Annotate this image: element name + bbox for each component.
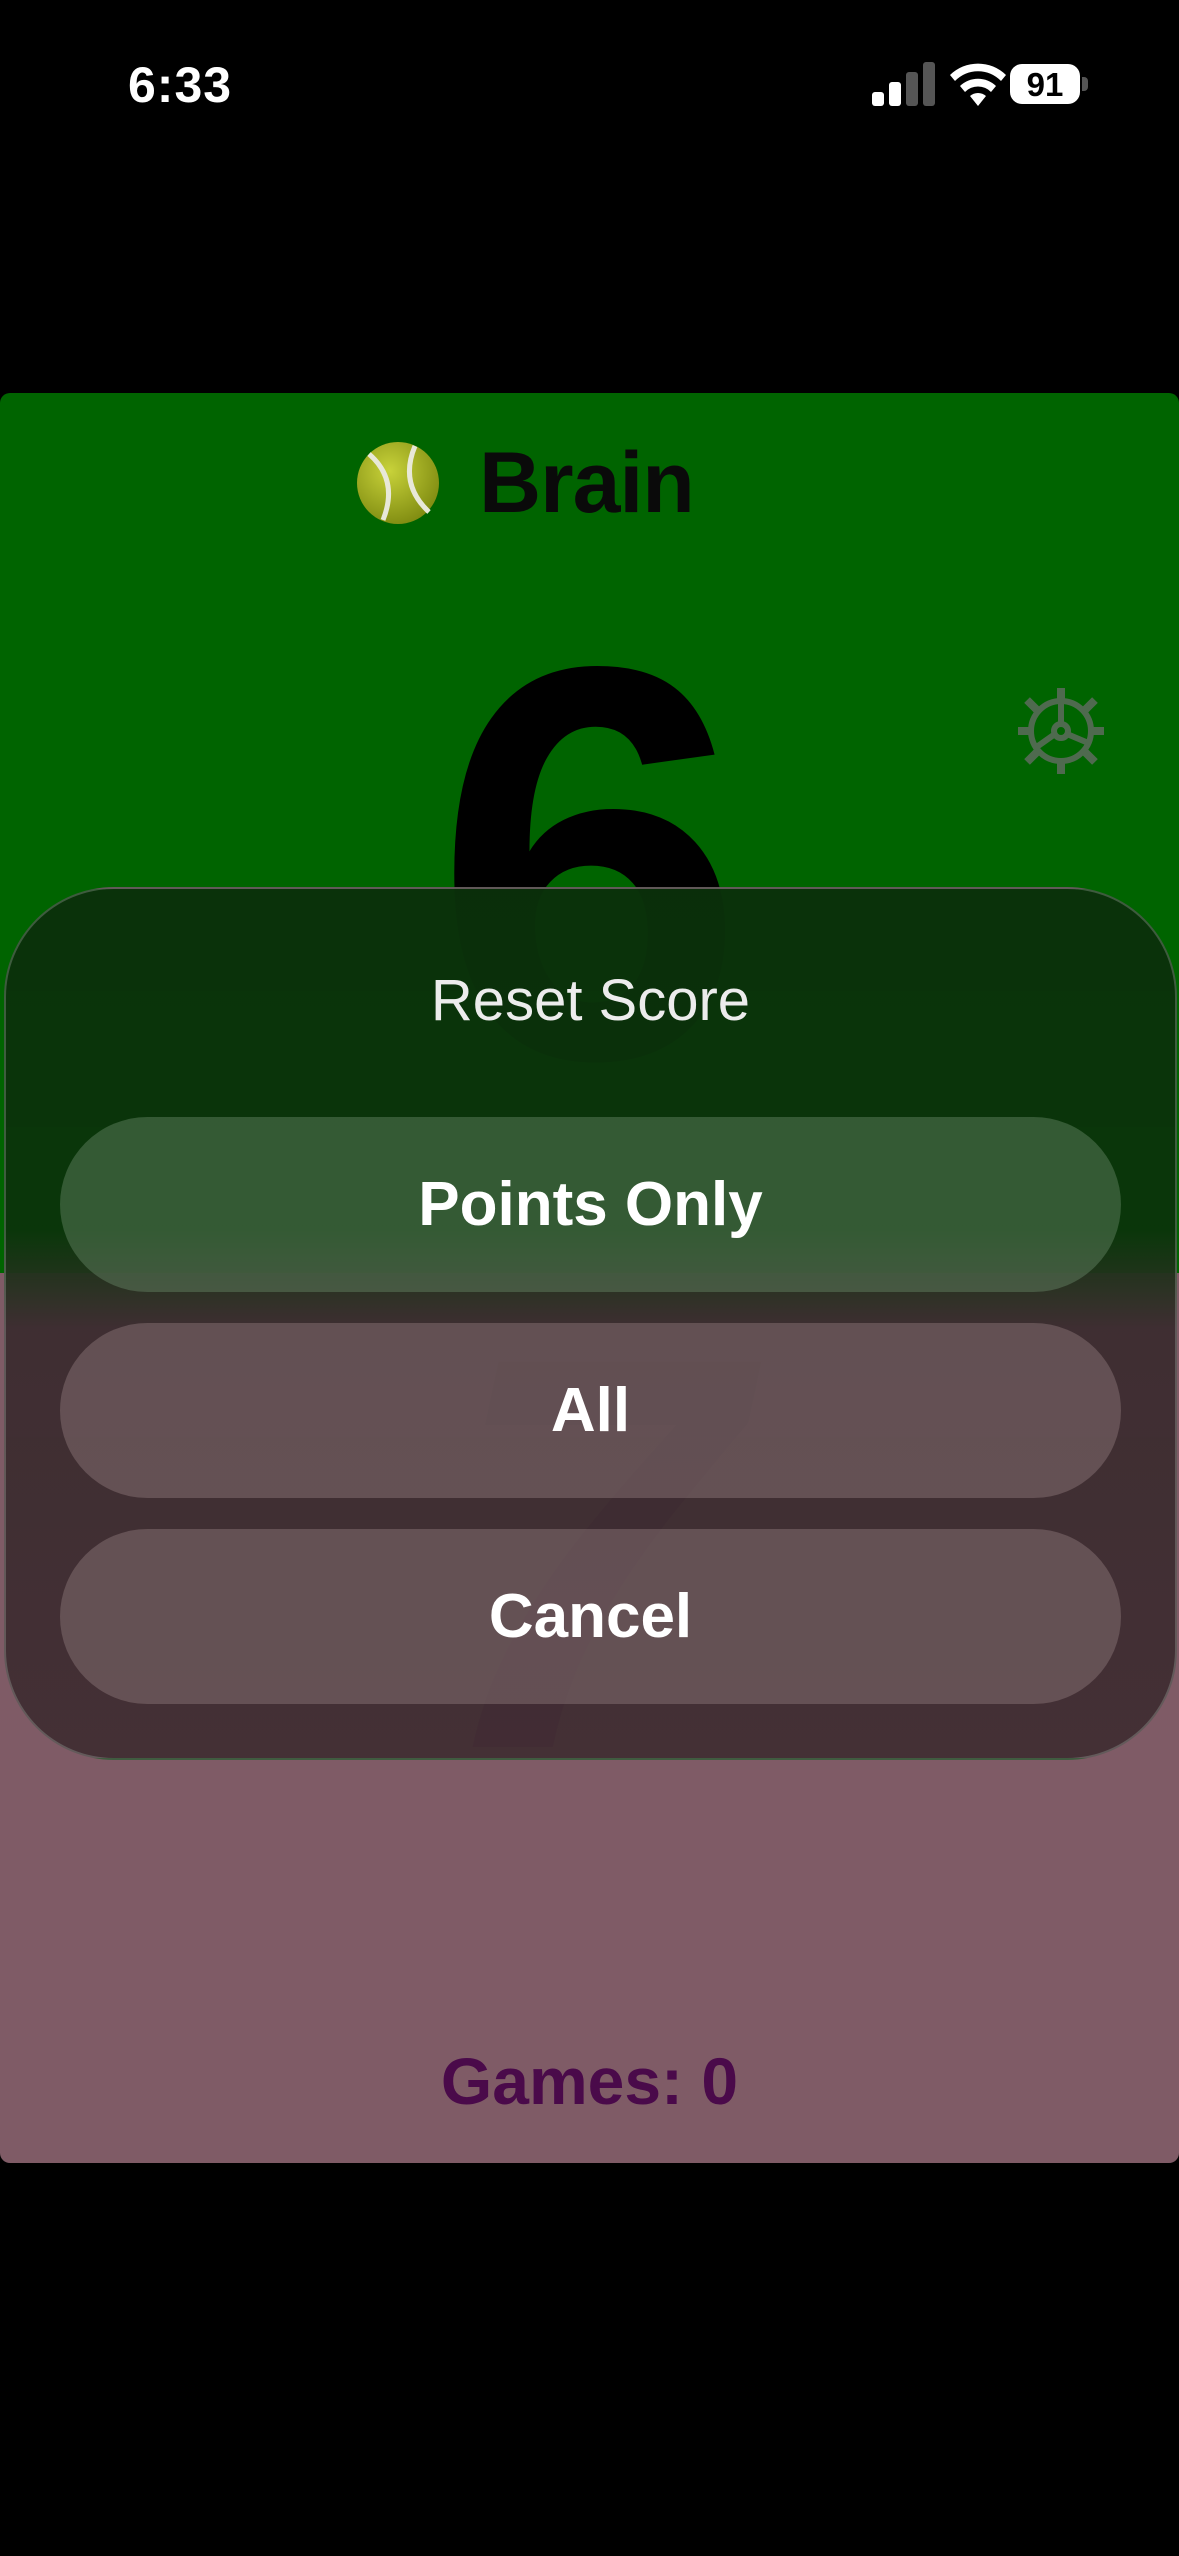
status-time: 6:33 xyxy=(128,57,233,113)
wifi-icon xyxy=(950,63,1006,106)
battery-cap xyxy=(1082,77,1088,91)
battery-level: 91 xyxy=(1026,65,1064,103)
points-only-button[interactable]: Points Only xyxy=(60,1117,1121,1292)
status-bar: 6:33 91 xyxy=(0,0,1179,180)
signal-icon xyxy=(872,62,938,106)
games-label: Games: 0 xyxy=(440,2044,739,2118)
team-name: Brain xyxy=(479,434,695,531)
status-icons: 91 xyxy=(872,62,1092,112)
reset-score-sheet: Reset Score Points Only All Cancel xyxy=(4,887,1177,1760)
reset-all-button[interactable]: All xyxy=(60,1323,1121,1498)
sheet-title: Reset Score xyxy=(430,968,751,1033)
battery-icon: 91 xyxy=(1010,64,1080,104)
tennis-ball-icon xyxy=(357,442,439,524)
team-header: Brain xyxy=(355,433,695,533)
cancel-button[interactable]: Cancel xyxy=(60,1529,1121,1704)
